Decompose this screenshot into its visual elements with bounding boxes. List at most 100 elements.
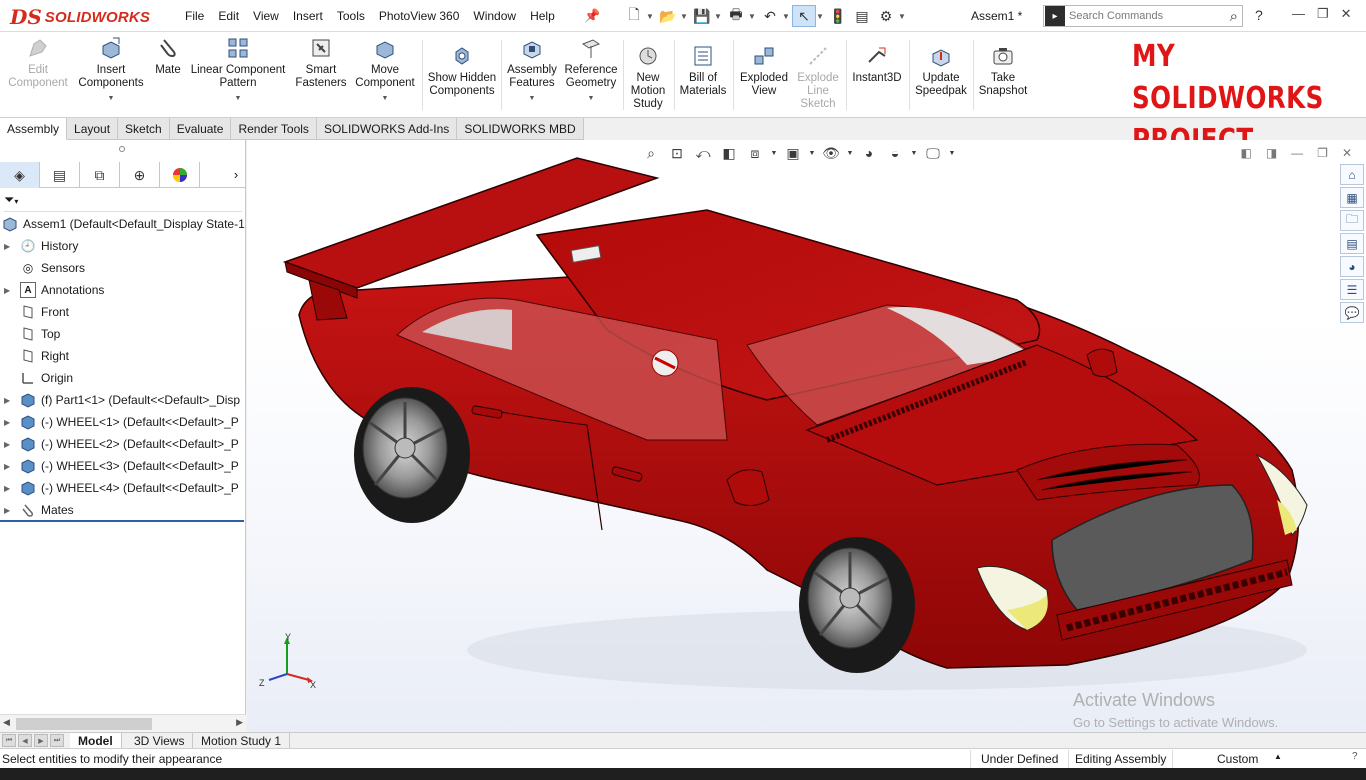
tree-root-assembly[interactable]: Assem1 (Default<Default_Display State-1 (0, 213, 246, 235)
chevron-down-icon[interactable]: ▼ (748, 12, 758, 21)
move-component-button[interactable]: Move Component ▼ (354, 36, 416, 105)
menu-file[interactable]: File (185, 9, 204, 23)
assembly-features-button[interactable]: Assembly Features ▼ (504, 36, 560, 105)
search-commands-box[interactable]: ▸ Search Commands ⌕ (1043, 5, 1243, 27)
feature-manager-tab-icon[interactable]: ◈ (0, 162, 40, 188)
chevron-down-icon[interactable]: ▼ (770, 150, 778, 157)
tree-item-right-plane[interactable]: Right (0, 345, 246, 367)
menu-insert[interactable]: Insert (293, 9, 323, 23)
open-folder-icon[interactable]: 📂 (656, 5, 680, 27)
print-icon[interactable]: 🖶 (724, 5, 748, 27)
search-icon[interactable]: ⌕ (1230, 8, 1238, 25)
car-model[interactable] (247, 140, 1366, 732)
design-library-icon[interactable]: ▦ (1340, 187, 1364, 208)
help-toggle-icon[interactable]: ? (1352, 751, 1358, 762)
edit-component-button[interactable]: Edit Component (6, 36, 70, 90)
solidworks-logo[interactable]: DS SOLIDWORKS (10, 4, 155, 30)
close-icon[interactable]: ✕ (1342, 146, 1352, 160)
hide-show-items-icon[interactable]: 👁 (820, 145, 842, 162)
new-document-icon[interactable]: 🗋 (622, 5, 646, 27)
menu-help[interactable]: Help (530, 9, 555, 23)
search-input[interactable]: Search Commands (1069, 10, 1230, 22)
menu-view[interactable]: View (253, 9, 279, 23)
tab-model[interactable]: Model (70, 733, 122, 749)
bill-of-materials-button[interactable]: Bill of Materials (677, 44, 729, 98)
chevron-down-icon[interactable]: ▼ (646, 12, 656, 21)
chevron-down-icon[interactable]: ▼ (108, 92, 115, 105)
linear-component-pattern-button[interactable]: Linear Component Pattern ▼ (190, 36, 286, 105)
tree-item-wheel-3[interactable]: ▶ (-) WHEEL<3> (Default<<Default>_P (0, 455, 246, 477)
chevron-down-icon[interactable]: ▼ (846, 150, 854, 157)
forum-icon[interactable]: 💬 (1340, 302, 1364, 323)
minimize-icon[interactable]: — (1291, 146, 1303, 160)
previous-view-icon[interactable]: ⤺ (692, 145, 714, 162)
tree-item-annotations[interactable]: ▶ A Annotations (0, 279, 246, 301)
help-icon[interactable]: ? (1255, 7, 1263, 23)
scroll-left-icon[interactable]: ◀ (3, 717, 10, 728)
first-tab-icon[interactable]: ⏮ (2, 734, 16, 747)
view-orientation-icon[interactable]: ⧈ (744, 145, 766, 162)
expand-icon[interactable]: ▶ (4, 462, 14, 471)
appearances-icon[interactable]: ◕ (1340, 256, 1364, 277)
insert-components-button[interactable]: Insert Components ▼ (78, 36, 144, 105)
tree-item-wheel-4[interactable]: ▶ (-) WHEEL<4> (Default<<Default>_P (0, 477, 246, 499)
mate-button[interactable]: Mate (150, 36, 186, 77)
tree-item-top-plane[interactable]: Top (0, 323, 246, 345)
tree-item-mates[interactable]: ▶ Mates (0, 499, 246, 521)
restore-icon[interactable]: ❐ (1317, 6, 1329, 22)
chevron-right-icon[interactable]: › (226, 162, 246, 187)
last-tab-icon[interactable]: ⏭ (50, 734, 64, 747)
reference-geometry-button[interactable]: Reference Geometry ▼ (562, 36, 620, 105)
filter-icon[interactable]: ⏷▾ (4, 192, 242, 212)
tree-item-wheel-1[interactable]: ▶ (-) WHEEL<1> (Default<<Default>_P (0, 411, 246, 433)
expand-icon[interactable]: ▶ (4, 506, 14, 515)
menu-tools[interactable]: Tools (337, 9, 365, 23)
explode-line-sketch-button[interactable]: Explode Line Sketch (792, 44, 844, 111)
graphics-viewport[interactable]: ⌕ ⊡ ⤺ ◧ ⧈ ▼ ▣ ▼ 👁 ▼ ◕ ◒ ▼ 🖵 ▼ ◧ ◨ — ❐ ✕ ⌂ ▦ 🗀… (247, 140, 1366, 732)
update-speedpak-button[interactable]: Update Speedpak (912, 44, 970, 98)
home-icon[interactable]: ⌂ (1340, 164, 1364, 185)
tree-item-sensors[interactable]: ◎ Sensors (0, 257, 246, 279)
apply-scene-icon[interactable]: ◒ (884, 145, 906, 161)
view-palette-icon[interactable]: ▤ (1340, 233, 1364, 254)
file-explorer-icon[interactable]: 🗀 (1340, 210, 1364, 231)
expand-icon[interactable]: ▶ (4, 418, 14, 427)
unit-system-selector[interactable]: Custom (1217, 752, 1258, 766)
tab-solidworks-mbd[interactable]: SOLIDWORKS MBD (457, 118, 584, 140)
zoom-to-fit-icon[interactable]: ⌕ (640, 145, 662, 162)
tree-item-part1[interactable]: ▶ (f) Part1<1> (Default<<Default>_Disp (0, 389, 246, 411)
tree-item-wheel-2[interactable]: ▶ (-) WHEEL<2> (Default<<Default>_P (0, 433, 246, 455)
tab-3d-views[interactable]: 3D Views (126, 733, 194, 749)
chevron-down-icon[interactable]: ▼ (782, 12, 792, 21)
chevron-down-icon[interactable]: ▼ (529, 92, 536, 105)
dimxpert-manager-tab-icon[interactable]: ⊕ (120, 162, 160, 188)
expand-icon[interactable]: ▶ (4, 242, 14, 251)
chevron-down-icon[interactable]: ▼ (235, 92, 242, 105)
expand-icon[interactable]: ▶ (4, 484, 14, 493)
display-style-icon[interactable]: ▣ (782, 145, 804, 162)
select-arrow-icon[interactable]: ↖ (792, 5, 816, 27)
take-snapshot-button[interactable]: Take Snapshot (976, 44, 1030, 98)
tree-item-front-plane[interactable]: Front (0, 301, 246, 323)
rollback-bar[interactable] (0, 520, 244, 522)
configuration-manager-tab-icon[interactable]: ⧉ (80, 162, 120, 188)
close-icon[interactable]: ✕ (1341, 6, 1352, 22)
tab-solidworks-add-ins[interactable]: SOLIDWORKS Add-Ins (316, 118, 458, 140)
view-settings-icon[interactable]: 🖵 (922, 145, 944, 162)
pane-splitter[interactable] (119, 146, 125, 152)
chevron-down-icon[interactable]: ▼ (680, 12, 690, 21)
zoom-to-area-icon[interactable]: ⊡ (666, 145, 688, 162)
next-tab-icon[interactable]: ▶ (34, 734, 48, 747)
instant3d-button[interactable]: Instant3D (849, 44, 905, 85)
chevron-down-icon[interactable]: ▼ (948, 150, 956, 157)
scrollbar-thumb[interactable] (16, 718, 152, 730)
chevron-down-icon[interactable]: ▼ (910, 150, 918, 157)
menu-photoview[interactable]: PhotoView 360 (379, 9, 460, 23)
tab-motion-study-1[interactable]: Motion Study 1 (193, 733, 291, 749)
undo-icon[interactable]: ↶ (758, 5, 782, 27)
minimize-icon[interactable]: — (1292, 6, 1305, 22)
exploded-view-button[interactable]: Exploded View (736, 44, 792, 98)
tab-render-tools[interactable]: Render Tools (231, 118, 317, 140)
tab-evaluate[interactable]: Evaluate (169, 118, 232, 140)
traffic-light-icon[interactable]: 🚦 (826, 5, 850, 27)
